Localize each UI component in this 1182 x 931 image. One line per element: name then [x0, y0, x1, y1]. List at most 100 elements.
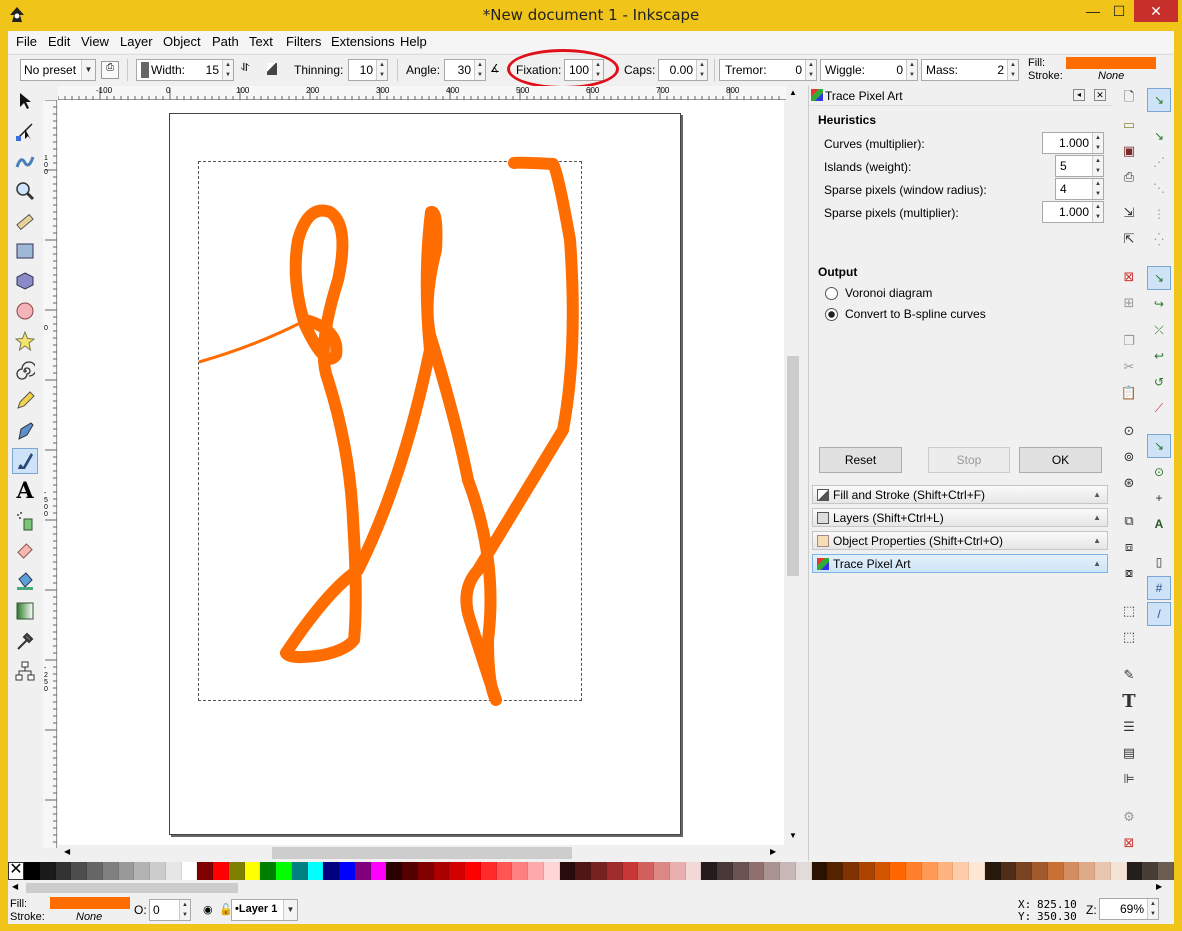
thinning-spinbox[interactable]: 10 ▲ ▼ [348, 59, 388, 81]
menu-help[interactable]: Help [400, 34, 427, 49]
palette-swatch[interactable] [591, 862, 607, 880]
snap-smooth-nodes-icon[interactable]: ↺ [1147, 370, 1171, 394]
close-button[interactable]: ✕ [1134, 0, 1178, 22]
palette-swatch[interactable] [890, 862, 906, 880]
palette-swatch[interactable] [953, 862, 969, 880]
palette-swatch[interactable] [732, 862, 749, 880]
snap-centers-icon[interactable]: ⊙ [1147, 460, 1171, 484]
palette-swatch[interactable] [402, 862, 418, 880]
fill-color-swatch[interactable] [1066, 57, 1156, 69]
zoom-tool-icon[interactable] [12, 178, 38, 204]
voronoi-radio[interactable]: Voronoi diagram [825, 286, 932, 300]
ungroup-icon[interactable]: ⬚ [1117, 626, 1141, 648]
print-icon[interactable]: ⎙ [1117, 166, 1141, 188]
palette-swatch[interactable] [811, 862, 828, 880]
drawing-canvas[interactable] [58, 100, 784, 845]
palette-swatch[interactable] [260, 862, 276, 880]
save-icon[interactable]: ▣ [1117, 140, 1141, 162]
palette-swatch[interactable] [370, 862, 387, 880]
palette-swatch[interactable] [575, 862, 591, 880]
palette-swatch[interactable] [213, 862, 229, 880]
snap-grid-icon[interactable]: # [1147, 576, 1171, 600]
palette-swatch[interactable] [827, 862, 843, 880]
import-icon[interactable]: ⇲ [1117, 202, 1141, 224]
palette-swatch[interactable] [622, 862, 639, 880]
palette-swatch[interactable] [1110, 862, 1127, 880]
palette-swatch[interactable] [764, 862, 780, 880]
horizontal-scroll-thumb[interactable] [272, 847, 572, 859]
palette-swatch[interactable] [71, 862, 87, 880]
scroll-right-icon[interactable]: ▶ [1156, 882, 1162, 891]
sparse-mult-spinbox[interactable]: 1.000 ▲ ▼ [1042, 201, 1104, 223]
palette-swatch[interactable] [24, 862, 40, 880]
palette-swatch[interactable] [937, 862, 954, 880]
zoom-page-icon[interactable]: ⊛ [1117, 472, 1141, 494]
bspline-radio[interactable]: Convert to B-spline curves [825, 307, 986, 321]
layers-dialog-icon[interactable]: ☰ [1117, 716, 1141, 738]
snap-paths-icon[interactable]: ↪ [1147, 292, 1171, 316]
palette-swatch[interactable] [780, 862, 796, 880]
palette-swatch[interactable] [197, 862, 213, 880]
menu-path[interactable]: Path [212, 34, 239, 49]
palette-swatch[interactable] [528, 862, 544, 880]
palette-swatch[interactable] [134, 862, 150, 880]
palette-swatch[interactable] [323, 862, 339, 880]
palette-swatch[interactable] [181, 862, 198, 880]
minimize-button[interactable]: — [1080, 0, 1106, 22]
palette-swatch[interactable] [606, 862, 623, 880]
palette-swatch[interactable] [969, 862, 985, 880]
palette-swatch[interactable] [55, 862, 72, 880]
palette-swatch[interactable] [165, 862, 182, 880]
pen-tool-icon[interactable] [12, 418, 38, 444]
scroll-left-icon[interactable]: ◀ [64, 847, 70, 856]
dialog-iconify-icon[interactable]: ◂ [1073, 89, 1085, 101]
palette-swatch[interactable] [1047, 862, 1064, 880]
palette-swatch[interactable] [102, 862, 119, 880]
xml-editor-icon[interactable]: ▤ [1117, 742, 1141, 764]
star-tool-icon[interactable] [12, 328, 38, 354]
document-properties-icon[interactable]: ⊠ [1117, 832, 1141, 854]
palette-swatch[interactable] [543, 862, 560, 880]
preset-select[interactable]: No preset ▼ [20, 59, 96, 81]
palette-swatch[interactable] [1126, 862, 1143, 880]
snap-bbox-midpoint-icon[interactable]: ⋮ [1147, 202, 1171, 226]
snap-guides-icon[interactable]: / [1147, 602, 1171, 626]
caps-spinbox[interactable]: 0.00 ▲ ▼ [658, 59, 708, 81]
palette-swatch[interactable] [150, 862, 166, 880]
palette-swatch[interactable] [858, 862, 875, 880]
maximize-button[interactable]: ☐ [1106, 0, 1132, 22]
palette-swatch[interactable] [449, 862, 465, 880]
zoom-spinbox[interactable]: 69% ▲ ▼ [1099, 898, 1159, 920]
palette-scroll-thumb[interactable] [26, 883, 238, 893]
width-spinbox[interactable]: Width: 15 ▲ ▼ [136, 59, 234, 81]
preferences-icon[interactable]: ⚙ [1117, 806, 1141, 828]
palette-swatch[interactable] [1000, 862, 1017, 880]
snap-others-icon[interactable]: ↘ [1147, 434, 1171, 458]
palette-swatch[interactable] [276, 862, 292, 880]
palette-swatch[interactable] [1032, 862, 1048, 880]
tilt-icon[interactable] [267, 63, 277, 75]
wiggle-spinbox[interactable]: Wiggle: 0 ▲ ▼ [820, 59, 918, 81]
snap-bbox-center-icon[interactable]: ⁛ [1147, 228, 1171, 252]
calligraphy-stroke-path[interactable] [280, 156, 579, 706]
mass-spinbox[interactable]: Mass: 2 ▲ ▼ [921, 59, 1019, 81]
pencil-tool-icon[interactable] [12, 388, 38, 414]
snap-nodes-icon[interactable]: ↘ [1147, 266, 1171, 290]
menu-view[interactable]: View [81, 34, 109, 49]
snap-bbox-icon[interactable]: ↘ [1147, 124, 1171, 148]
palette-swatch[interactable] [291, 862, 308, 880]
palette-swatch[interactable] [1158, 862, 1174, 880]
palette-swatch[interactable] [559, 862, 576, 880]
scroll-right-icon[interactable]: ▶ [770, 847, 776, 856]
scroll-down-icon[interactable]: ▼ [789, 831, 797, 840]
object-properties-panel-tab[interactable]: Object Properties (Shift+Ctrl+O) ▲ [812, 531, 1108, 550]
snap-line-midpoints-icon[interactable]: ⟋ [1147, 396, 1171, 420]
angle-spinbox[interactable]: 30 ▲ ▼ [444, 59, 486, 81]
palette-swatch[interactable] [795, 862, 812, 880]
palette-swatch[interactable] [1095, 862, 1111, 880]
rectangle-tool-icon[interactable] [12, 238, 38, 264]
palette-swatch[interactable] [921, 862, 938, 880]
eraser-tool-icon[interactable] [12, 538, 38, 564]
palette-swatch[interactable] [874, 862, 891, 880]
palette-swatch[interactable] [748, 862, 765, 880]
